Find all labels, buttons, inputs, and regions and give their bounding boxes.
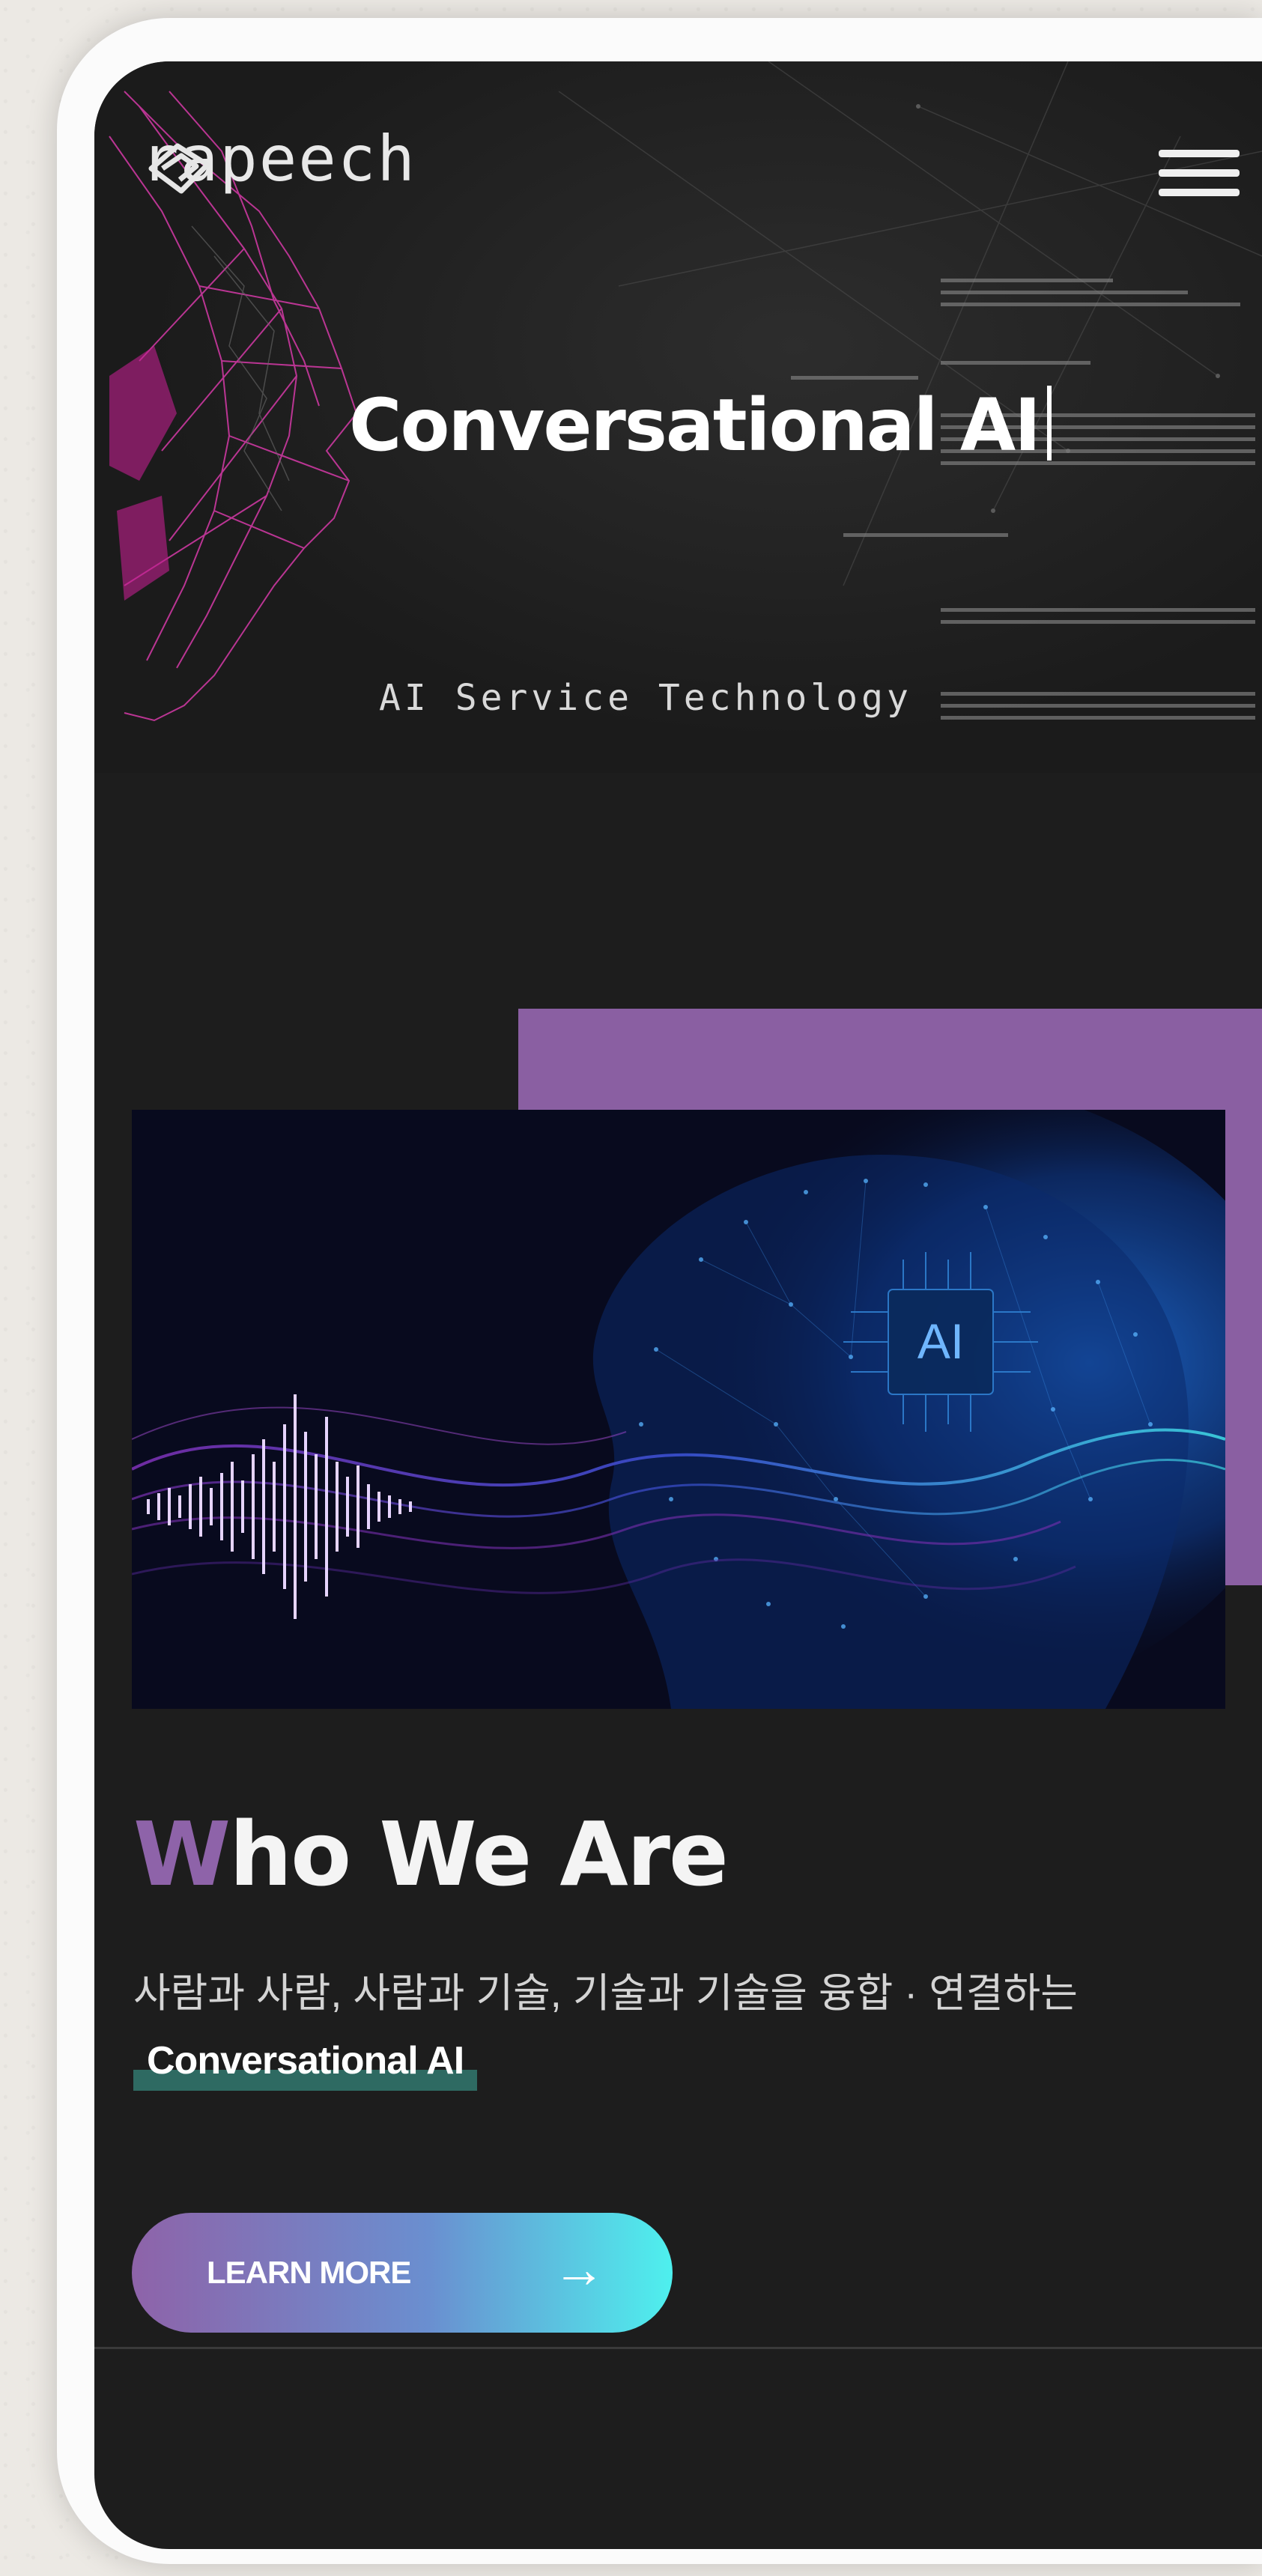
who-we-are-description: 사람과 사람, 사람과 기술, 기술과 기술을 융합 · 연결하는 — [133, 1971, 1078, 2016]
heading-accent-letter: W — [133, 1802, 231, 1906]
brand-logo[interactable]: rapeech — [136, 127, 416, 194]
learn-more-label: LEARN MORE — [207, 2255, 411, 2290]
ai-chip-label: AI — [917, 1313, 964, 1369]
hero-subtitle: AI Service Technology — [379, 677, 912, 719]
ai-face-illustration: AI — [132, 1110, 1225, 1709]
heading-rest: ho We Are — [229, 1802, 729, 1906]
phone-screen: rapeech Conversational AI AI Service Tec… — [94, 61, 1262, 2549]
hamburger-menu-icon[interactable] — [1159, 150, 1240, 196]
rapeech-logo-icon — [148, 143, 210, 194]
text-caret — [1046, 386, 1052, 461]
highlight-label: Conversational AI — [133, 2038, 478, 2091]
learn-more-button[interactable]: LEARN MORE → — [132, 2213, 673, 2333]
section-divider — [94, 2347, 1262, 2349]
hero-title: Conversational AI — [349, 383, 1052, 467]
who-we-are-heading: Who We Are — [133, 1802, 729, 1906]
ai-feature-image: AI — [132, 1110, 1225, 1709]
hero-section: rapeech Conversational AI AI Service Tec… — [94, 61, 1262, 773]
arrow-right-icon: → — [553, 2240, 605, 2298]
